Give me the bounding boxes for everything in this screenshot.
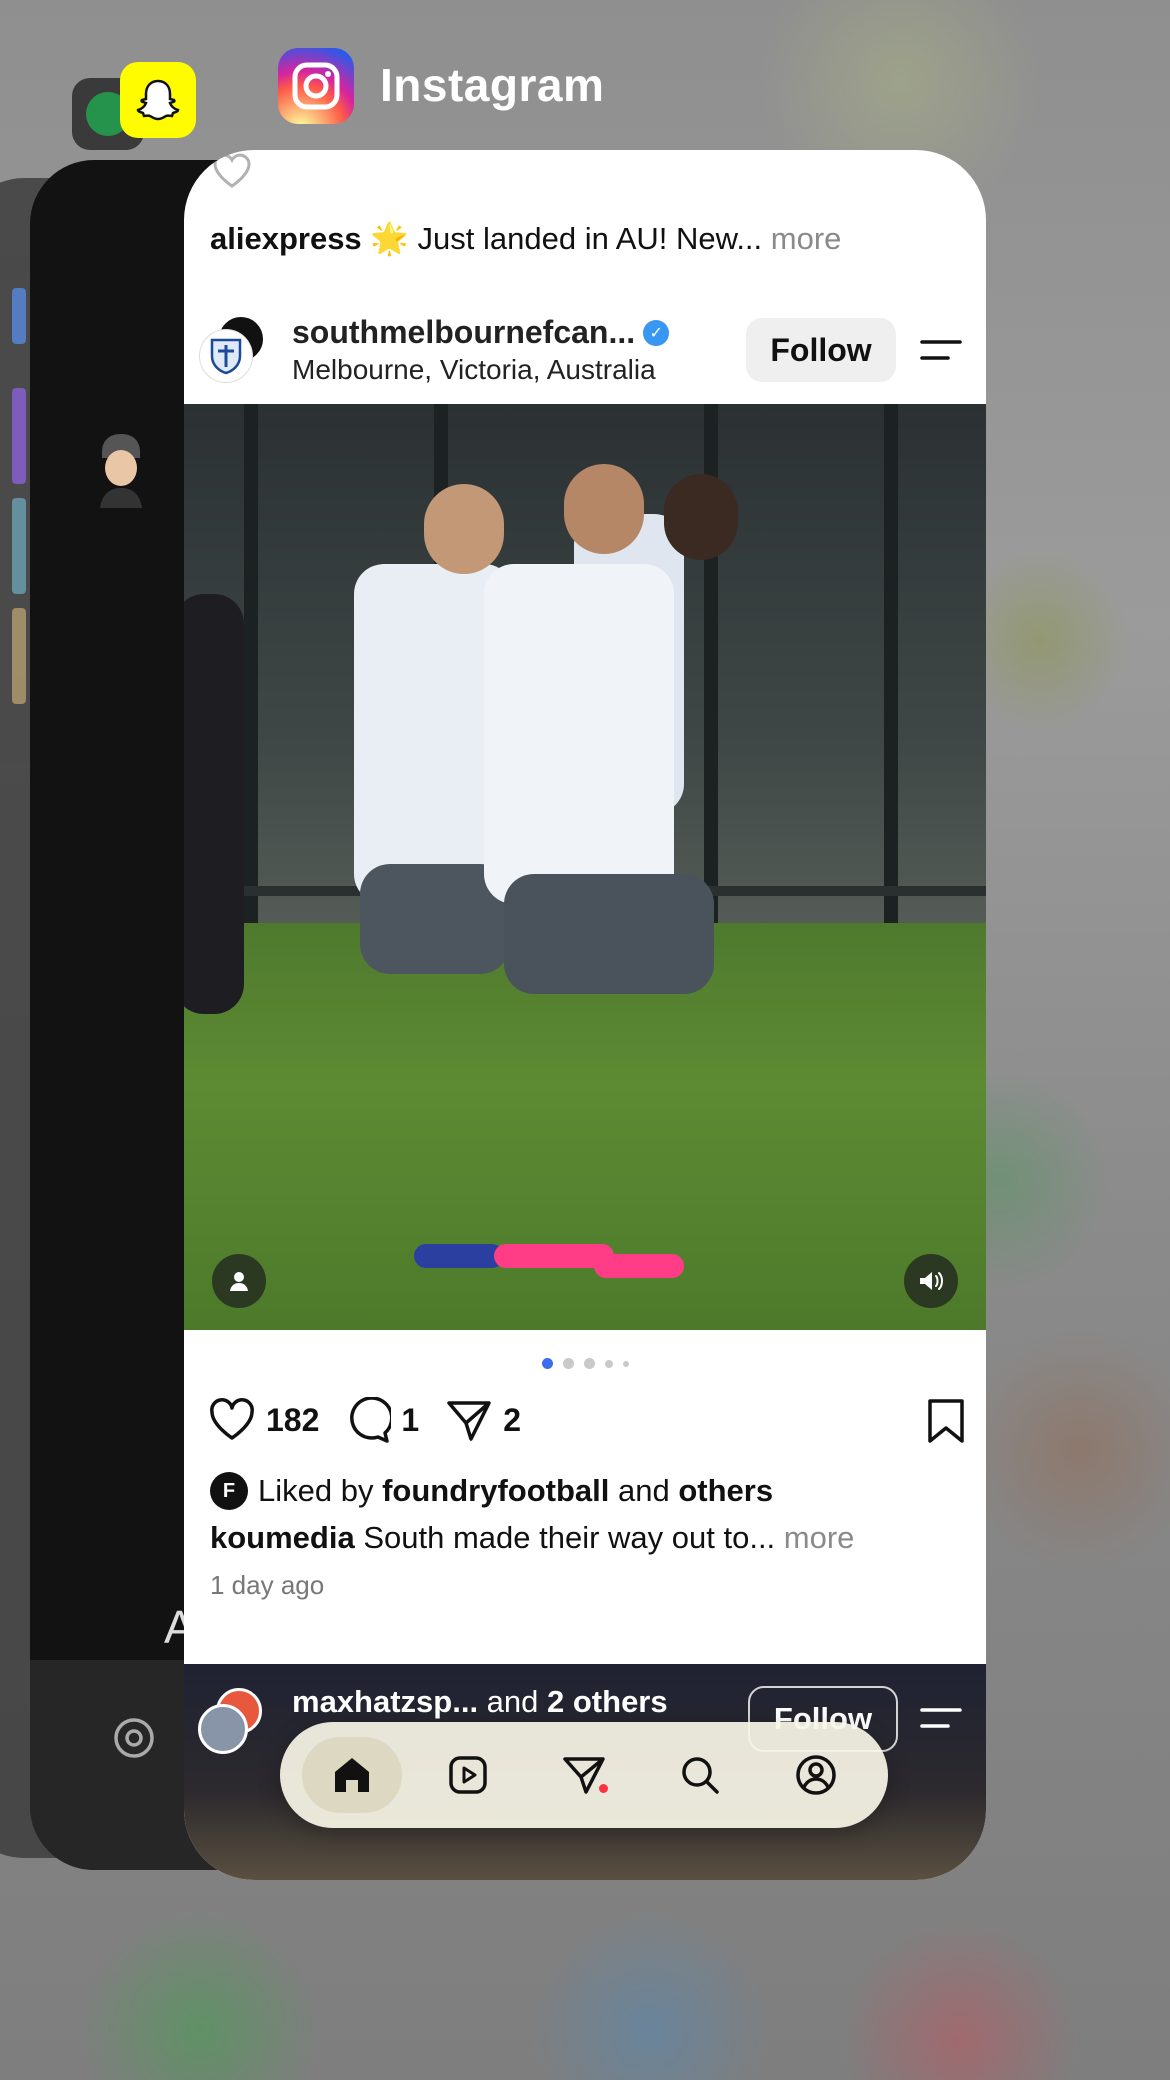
liked-by-prefix: Liked by — [258, 1473, 383, 1508]
sound-toggle-button[interactable] — [904, 1254, 958, 1308]
post-username-line[interactable]: southmelbournefc an... ✓ — [292, 314, 670, 351]
comment-count[interactable]: 1 — [401, 1402, 419, 1439]
comment-icon[interactable] — [345, 1397, 392, 1443]
notification-dot — [599, 1784, 608, 1793]
person-icon — [230, 1272, 248, 1291]
carousel-dot — [604, 1359, 613, 1368]
share-icon[interactable] — [445, 1397, 493, 1443]
post-avatar-stack[interactable] — [200, 314, 266, 382]
carousel-dot — [541, 1358, 553, 1369]
card-fragment — [12, 388, 26, 484]
bottom-tab-bar — [280, 1722, 888, 1828]
liked-by-avatar-icon: F — [210, 1472, 248, 1510]
photo-figure — [484, 564, 674, 904]
post-location[interactable]: Melbourne, Victoria, Australia — [292, 354, 656, 386]
card-fragment — [12, 288, 26, 344]
photo-figure — [414, 1244, 504, 1268]
caption-user[interactable]: koumedia — [210, 1520, 355, 1555]
photo-figure — [594, 1254, 684, 1278]
instagram-app-icon[interactable] — [278, 48, 354, 124]
bitmoji-avatar-icon — [100, 434, 142, 508]
liked-by-others[interactable]: others — [678, 1473, 773, 1508]
more-options-icon[interactable] — [920, 1706, 962, 1730]
comment-action[interactable]: 1 — [345, 1397, 419, 1443]
bookmark-icon[interactable] — [926, 1398, 966, 1444]
carousel-dot — [583, 1358, 595, 1369]
tab-messages[interactable] — [534, 1737, 634, 1813]
liked-by-middle: and — [609, 1473, 679, 1508]
post-time: 1 day ago — [210, 1570, 325, 1600]
heart-icon[interactable] — [208, 1398, 256, 1442]
tab-home[interactable] — [302, 1737, 402, 1813]
speaker-icon — [920, 1272, 943, 1290]
instagram-app-card[interactable]: aliexpress 🌟 Just landed in AU! New... m… — [184, 150, 986, 1880]
caption-text: South made their way out to... — [354, 1520, 776, 1555]
profile-icon — [796, 1755, 836, 1795]
club-crest-avatar — [200, 330, 252, 382]
previous-caption-user[interactable]: aliexpress — [210, 221, 362, 256]
share-count[interactable]: 2 — [503, 1402, 521, 1439]
tab-profile[interactable] — [766, 1737, 866, 1813]
app-title: Instagram — [380, 59, 605, 111]
next-post-user-line[interactable]: maxhatzsp... and 2 others — [292, 1684, 668, 1720]
post-username-suffix: an... — [571, 314, 636, 350]
post-photo[interactable] — [184, 404, 986, 1330]
more-options-icon[interactable] — [920, 338, 962, 362]
carousel-dot — [562, 1358, 574, 1369]
photo-figure — [564, 464, 644, 554]
share-action[interactable]: 2 — [445, 1397, 521, 1443]
next-post-and: and — [478, 1684, 548, 1719]
app-switcher-header: Instagram — [0, 0, 1170, 160]
search-icon — [682, 1757, 719, 1794]
photo-figure — [424, 484, 504, 574]
post-actions: 182 1 2 — [208, 1390, 968, 1450]
like-action[interactable]: 182 — [208, 1398, 319, 1442]
heart-icon — [213, 153, 251, 188]
next-post-username[interactable]: maxhatzsp... — [292, 1684, 478, 1719]
previous-post-actions — [212, 150, 252, 192]
home-icon — [335, 1758, 369, 1792]
previous-post-caption: aliexpress 🌟 Just landed in AU! New... m… — [210, 220, 841, 257]
follow-button[interactable]: Follow — [746, 318, 896, 382]
tagged-users-button[interactable] — [212, 1254, 266, 1308]
post-username[interactable]: southmelbournefc — [292, 314, 571, 351]
previous-caption-emoji: 🌟 — [370, 221, 409, 256]
liked-by-line[interactable]: F Liked by foundryfootball and others — [210, 1472, 773, 1510]
liked-by-user[interactable]: foundryfootball — [382, 1473, 609, 1508]
previous-more-link[interactable]: more — [762, 221, 842, 256]
card-fragment — [12, 498, 26, 594]
like-count[interactable]: 182 — [266, 1402, 319, 1439]
photo-figure — [664, 474, 738, 560]
carousel-dot — [622, 1360, 629, 1367]
map-pin-icon[interactable] — [112, 1716, 156, 1764]
photo-figure — [184, 594, 244, 1014]
tab-search[interactable] — [650, 1737, 750, 1813]
photo-figure — [504, 874, 714, 994]
reels-icon — [449, 1756, 487, 1794]
tab-reels[interactable] — [418, 1737, 518, 1813]
card-fragment — [12, 608, 26, 704]
next-post-avatar[interactable] — [198, 1704, 248, 1754]
caption-more-link[interactable]: more — [775, 1520, 855, 1555]
next-post-others[interactable]: 2 others — [547, 1684, 668, 1719]
carousel-indicator — [184, 1358, 986, 1369]
verified-badge-icon: ✓ — [643, 319, 670, 346]
previous-caption-text: Just landed in AU! New... — [408, 221, 763, 256]
snapchat-icon[interactable] — [120, 62, 196, 138]
post-caption: koumedia South made their way out to... … — [210, 1520, 854, 1556]
